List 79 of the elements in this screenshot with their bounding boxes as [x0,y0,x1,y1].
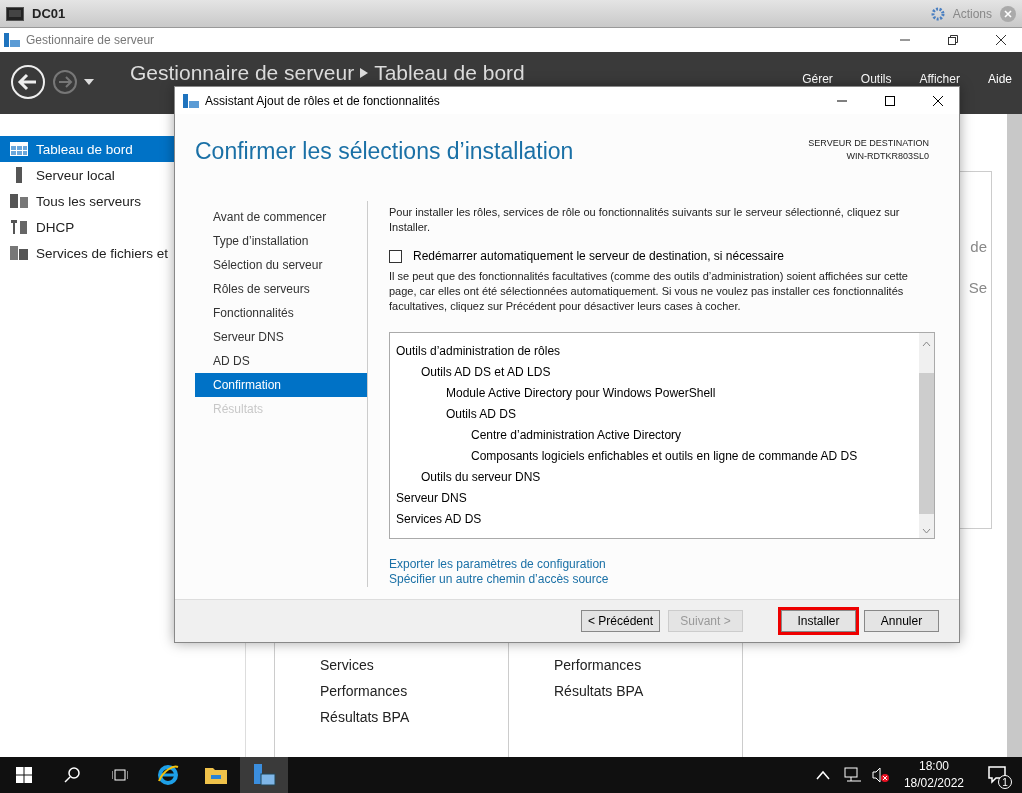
menu-item[interactable]: Afficher [919,72,960,86]
tile-link[interactable]: Performances [554,657,742,673]
panel-text: Se [968,279,987,296]
intro-text: Pour installer les rôles, services de rôle ou fonctionnalités suivants sur le serveur sélectionné, cliquez sur Installer. [389,205,901,235]
dialog-button[interactable]: Annuler [864,610,939,632]
panel-text: de [970,238,987,255]
destination-label: SERVEUR DE DESTINATION [808,138,929,148]
tile-link[interactable]: Performances [320,683,508,699]
close-icon [933,95,943,106]
wizard-step[interactable]: Confirmation [195,373,367,397]
dialog-button[interactable]: Installer [781,610,856,632]
network-icon[interactable] [843,767,862,783]
notifications-button[interactable]: 1 [974,757,1022,793]
clock-date[interactable]: 18/02/2022 [903,775,964,792]
menu-item[interactable]: Outils [860,72,892,86]
task-view-icon [112,768,128,782]
wizard-step[interactable]: Avant de commencer [195,205,367,229]
gear-icon[interactable] [930,6,945,21]
breadcrumb-item: Gestionnaire de serveur [130,61,355,85]
wizard-step[interactable]: Serveur DNS [195,325,367,349]
destination-server: WIN-RDTKR803SL0 [846,151,929,161]
server-manager-icon [183,93,199,108]
wizard-step[interactable]: Rôles de serveurs [195,277,367,301]
monitor-icon [6,6,24,21]
folder-icon [10,246,28,260]
search-icon [64,767,80,783]
chevron-icon [360,68,369,78]
tree-item: Outils AD DS [445,406,518,423]
tools-icon [10,220,28,234]
breadcrumb-item: Tableau de bord [374,61,525,85]
wizard-step[interactable]: Type d’installation [195,229,367,253]
servers-icon [10,194,28,208]
restart-checkbox[interactable] [389,249,402,263]
wizard-step[interactable]: Sélection du serveur [195,253,367,277]
server-manager-icon [252,763,276,787]
menu-item[interactable]: Gérer [802,72,833,86]
caret-icon[interactable] [84,79,94,85]
folder-icon [205,766,227,784]
tile-link[interactable]: Résultats BPA [554,683,742,699]
scrollbar[interactable] [919,333,934,538]
notification-icon [988,766,1008,784]
config-link[interactable]: Spécifier un autre chemin d’accès source [389,572,935,586]
windows-icon [16,767,32,783]
note-text: Il se peut que des fonctionnalités facultatives (comme des outils d’administration) soient affichées sur cette page, car elles ont été sélectionnées automatiquement. Si vous ne voulez pas installer ces fonctionnalités facultatives, cliquez sur Précédent pour désactiver leurs cases à cocher. [389,269,909,314]
speaker-muted-icon[interactable] [871,767,890,783]
restore-icon [948,35,958,45]
tree-item: Serveur DNS [396,490,468,507]
back-icon[interactable] [10,64,46,100]
vm-title: DC01 [32,6,67,21]
notification-count: 1 [998,775,1012,789]
wizard-step[interactable]: AD DS [195,349,367,373]
window-title: Gestionnaire de serveur [26,33,156,47]
server-manager-icon [4,33,20,47]
tree-item: Outils du serveur DNS [420,469,542,486]
tree-item: Composants logiciels enfichables et outils en ligne de commande AD DS [470,448,859,465]
scroll-down-icon[interactable] [922,528,931,534]
scroll-up-icon[interactable] [922,341,931,347]
tile-link[interactable]: Résultats BPA [320,709,508,725]
chevron-up-icon[interactable] [815,770,830,780]
menu-item[interactable]: Aide [987,72,1012,86]
maximize-icon [885,95,895,106]
clock-time[interactable]: 18:00 [918,758,949,775]
wizard-step[interactable]: Fonctionnalités [195,301,367,325]
tile-link[interactable]: Services [320,657,508,673]
dialog-button[interactable]: < Précédent [580,610,660,632]
tree-item: Centre d’administration Active Directory [470,427,683,444]
browser-icon [157,764,179,786]
forward-icon[interactable] [52,69,78,95]
server-manager-button[interactable] [240,757,288,793]
restart-label: Redémarrer automatiquement le serveur de destination, si nécessaire [413,249,784,263]
tree-item: Outils d’administration de rôles [396,343,562,360]
close-icon [996,35,1006,45]
tree-item: Outils AD DS et AD LDS [420,364,552,381]
dashboard-icon [10,142,28,156]
tree-item: Module Active Directory pour Windows PowerShell [445,385,717,402]
scrollbar[interactable] [1007,114,1022,757]
tree-item: Services AD DS [396,511,483,528]
config-link[interactable]: Exporter les paramètres de configuration [389,557,935,571]
dialog-title: Assistant Ajout de rôles et de fonctionnalités [205,93,441,108]
